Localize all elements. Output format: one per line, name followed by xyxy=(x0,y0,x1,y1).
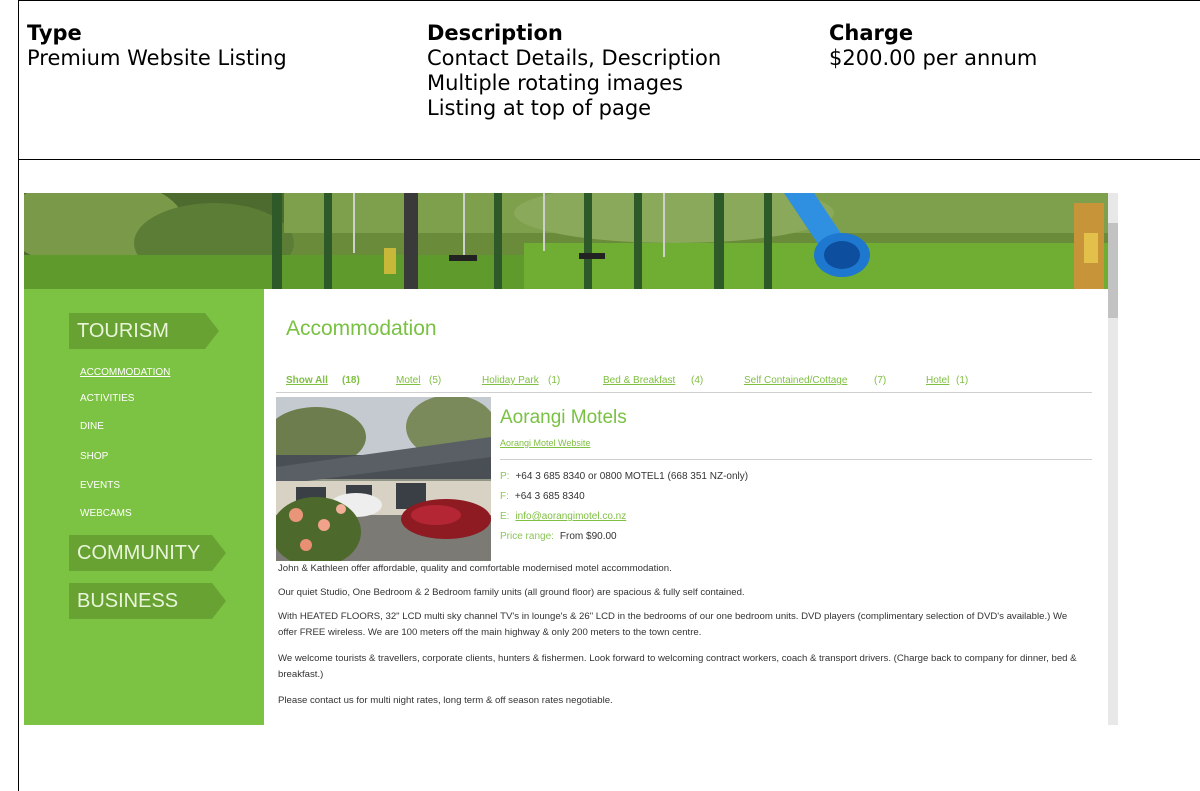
filter-count: (4) xyxy=(691,375,704,386)
description-paragraph: John & Kathleen offer affordable, qualit… xyxy=(278,563,672,574)
charge-value: $200.00 per annum xyxy=(829,46,1038,70)
fax-value: +64 3 685 8340 xyxy=(514,491,585,502)
nav-community[interactable]: COMMUNITY xyxy=(69,535,226,571)
price-label: Price range: xyxy=(500,531,554,542)
website-link[interactable]: Aorangi Motel Website xyxy=(500,438,590,448)
nav-sub-webcams[interactable]: WEBCAMS xyxy=(80,508,132,519)
motel-photo xyxy=(276,397,491,561)
description-cell: Description Contact Details, Description… xyxy=(427,21,721,121)
pricing-table: Type Premium Website Listing Description… xyxy=(18,0,1200,791)
filter-count: (1) xyxy=(956,375,969,386)
filter-bed-breakfast[interactable]: Bed & Breakfast xyxy=(603,375,675,386)
email-link[interactable]: info@aorangimotel.co.nz xyxy=(515,511,626,522)
email-label: E: xyxy=(500,511,510,522)
description-header: Description xyxy=(427,21,563,45)
motel-illustration xyxy=(276,397,491,561)
email-row: E: info@aorangimotel.co.nz xyxy=(500,511,626,522)
filter-count: (18) xyxy=(342,375,360,386)
description-paragraph: Our quiet Studio, One Bedroom & 2 Bedroo… xyxy=(278,587,745,598)
nav-business[interactable]: BUSINESS xyxy=(69,583,226,619)
filter-show-all[interactable]: Show All xyxy=(286,375,328,386)
filter-count: (7) xyxy=(874,375,887,386)
listing-name: Aorangi Motels xyxy=(500,407,627,428)
main-content: Accommodation Show All (18) Motel (5) Ho… xyxy=(264,289,1104,725)
banner-playground-image xyxy=(24,193,1118,289)
sidebar: TOURISM ACCOMMODATION ACTIVITIES DINE SH… xyxy=(24,289,264,725)
nav-tourism[interactable]: TOURISM xyxy=(69,313,219,349)
filter-count: (5) xyxy=(429,375,442,386)
type-value: Premium Website Listing xyxy=(27,46,287,70)
charge-header: Charge xyxy=(829,21,914,45)
filter-self-contained[interactable]: Self Contained/Cottage xyxy=(744,375,847,386)
price-row: Price range: From $90.00 xyxy=(500,531,617,542)
nav-sub-shop[interactable]: SHOP xyxy=(80,451,108,462)
fax-label: F: xyxy=(500,491,509,502)
price-value: From $90.00 xyxy=(559,531,617,542)
filter-hotel[interactable]: Hotel xyxy=(926,375,949,386)
description-line: Multiple rotating images xyxy=(427,71,683,95)
nav-sub-activities[interactable]: ACTIVITIES xyxy=(80,393,134,404)
playground-illustration xyxy=(24,193,1118,289)
filter-count: (1) xyxy=(548,375,561,386)
type-cell: Type Premium Website Listing xyxy=(27,21,287,71)
description-paragraph: With HEATED FLOORS, 32" LCD multi sky ch… xyxy=(278,611,1068,638)
phone-value: +64 3 685 8340 or 0800 MOTEL1 (668 351 N… xyxy=(515,471,749,482)
phone-label: P: xyxy=(500,471,510,482)
scrollbar-thumb[interactable] xyxy=(1108,223,1118,318)
divider xyxy=(500,459,1092,460)
type-header: Type xyxy=(27,21,82,45)
description-line: Listing at top of page xyxy=(427,96,652,120)
scrollbar[interactable] xyxy=(1108,193,1118,725)
nav-sub-events[interactable]: EVENTS xyxy=(80,480,120,491)
filter-holiday-park[interactable]: Holiday Park xyxy=(482,375,539,386)
listing-screenshot: TOURISM ACCOMMODATION ACTIVITIES DINE SH… xyxy=(24,193,1118,725)
pricing-row: Type Premium Website Listing Description… xyxy=(19,1,1200,160)
phone-row: P: +64 3 685 8340 or 0800 MOTEL1 (668 351… xyxy=(500,471,748,482)
description-line: Contact Details, Description xyxy=(427,46,722,70)
description-paragraph: Please contact us for multi night rates,… xyxy=(278,695,613,706)
section-title: Accommodation xyxy=(286,317,437,340)
description-paragraph: We welcome tourists & travellers, corpor… xyxy=(278,653,1077,680)
fax-row: F: +64 3 685 8340 xyxy=(500,491,585,502)
filter-motel[interactable]: Motel xyxy=(396,375,420,386)
charge-cell: Charge $200.00 per annum xyxy=(829,21,1037,71)
nav-sub-accommodation[interactable]: ACCOMMODATION xyxy=(80,367,170,378)
divider xyxy=(276,392,1092,393)
nav-sub-dine[interactable]: DINE xyxy=(80,421,104,432)
